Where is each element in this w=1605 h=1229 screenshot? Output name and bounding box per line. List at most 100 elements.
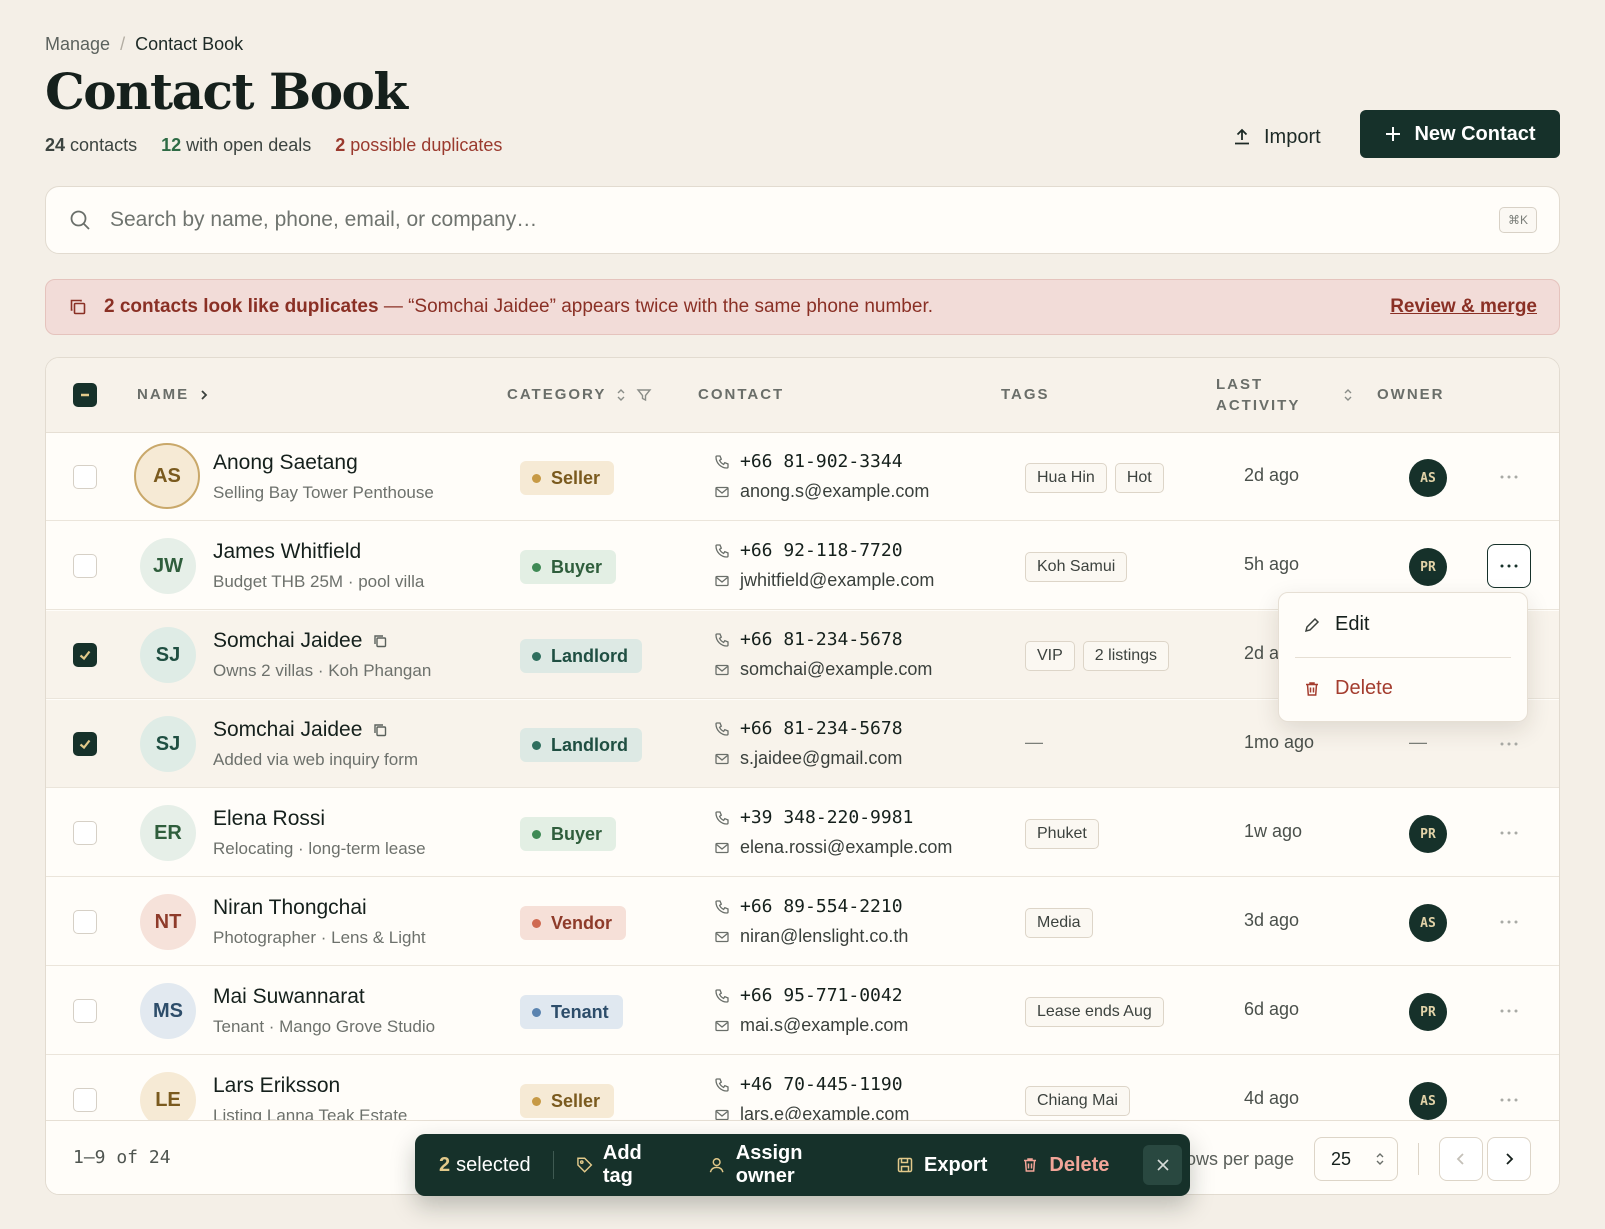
contact-phone[interactable]: +46 70-445-1190 [714,1074,903,1095]
contact-email[interactable]: s.jaidee@gmail.com [714,748,902,769]
row-checkbox[interactable] [73,821,97,845]
contact-name[interactable]: Mai Suwannarat [213,985,365,1009]
row-checkbox[interactable] [73,465,97,489]
column-category[interactable]: CATEGORY [507,386,652,403]
tag-chip[interactable]: Hua Hin [1025,463,1107,493]
rows-per-page-select[interactable]: 25 [1314,1137,1398,1181]
search-input[interactable]: Search by name, phone, email, or company… [110,208,1481,232]
contact-phone[interactable]: +66 95-771-0042 [714,985,903,1006]
tag-chip[interactable]: Lease ends Aug [1025,997,1164,1027]
selected-count: 2 selected [439,1153,531,1176]
contact-phone[interactable]: +66 81-902-3344 [714,451,903,472]
category-badge: Landlord [520,728,642,762]
contact-name[interactable]: James Whitfield [213,540,361,564]
import-button[interactable]: Import [1220,114,1333,160]
contact-email[interactable]: elena.rossi@example.com [714,837,952,858]
row-more-button[interactable] [1487,900,1531,944]
add-tag-button[interactable]: Add tag [576,1142,675,1188]
stat-duplicates[interactable]: 2 possible duplicates [335,135,502,156]
more-horizontal-icon [1500,1009,1518,1013]
assign-owner-button[interactable]: Assign owner [708,1142,862,1188]
table-row[interactable]: NT Niran Thongchai Photographer · Lens &… [46,878,1559,966]
contact-email[interactable]: jwhitfield@example.com [714,570,934,591]
breadcrumb-current: Contact Book [135,34,244,54]
row-more-button[interactable] [1487,455,1531,499]
tag-chip[interactable]: Hot [1114,463,1164,493]
owner-avatar[interactable]: PR [1409,548,1447,586]
owner-avatar[interactable]: PR [1409,815,1447,853]
contact-email[interactable]: somchai@example.com [714,659,932,680]
table-row[interactable]: MS Mai Suwannarat Tenant · Mango Grove S… [46,967,1559,1055]
menu-delete[interactable]: Delete [1303,677,1393,700]
tag-chip[interactable]: 2 listings [1082,641,1170,671]
row-checkbox[interactable] [73,732,97,756]
owner-avatar[interactable]: AS [1409,459,1447,497]
contact-name[interactable]: Somchai Jaidee [213,629,388,653]
owner-avatar[interactable]: AS [1409,904,1447,942]
contact-phone[interactable]: +66 92-118-7720 [714,540,903,561]
tag-chip[interactable]: Phuket [1025,819,1099,849]
bulk-delete-button[interactable]: Delete [1021,1154,1109,1177]
contact-email[interactable]: anong.s@example.com [714,481,929,502]
new-contact-button[interactable]: New Contact [1360,110,1560,158]
row-more-button[interactable] [1487,1078,1531,1122]
contact-name[interactable]: Lars Eriksson [213,1074,340,1098]
category-dot [532,562,541,572]
tag-list: Lease ends Aug [1025,997,1164,1027]
contact-subtitle: Selling Bay Tower Penthouse [213,483,434,502]
row-more-button[interactable] [1487,989,1531,1033]
sort-icon[interactable] [1343,387,1353,403]
breadcrumb-parent[interactable]: Manage [45,34,110,55]
minus-icon [81,393,89,397]
mail-icon [715,575,729,586]
column-name[interactable]: NAME [137,386,209,403]
filter-icon[interactable] [636,387,652,403]
category-badge: Seller [520,461,615,495]
contact-phone[interactable]: +39 348-220-9981 [714,807,913,828]
tag-chip[interactable]: Koh Samui [1025,552,1128,582]
row-checkbox[interactable] [73,1088,97,1112]
review-merge-link[interactable]: Review & merge [1390,296,1537,318]
row-checkbox[interactable] [73,554,97,578]
owner-avatar[interactable]: PR [1409,993,1447,1031]
phone-icon [715,543,729,558]
search-bar[interactable]: Search by name, phone, email, or company… [45,186,1560,254]
tag-chip[interactable]: Chiang Mai [1025,1086,1130,1116]
email-address: s.jaidee@gmail.com [740,748,903,768]
row-checkbox[interactable] [73,643,97,667]
contact-name[interactable]: Elena Rossi [213,807,325,831]
assign-owner-label: Assign owner [735,1142,803,1187]
clear-selection-button[interactable] [1143,1145,1183,1185]
more-horizontal-icon [1500,564,1518,568]
row-more-button[interactable] [1487,544,1531,588]
row-more-button[interactable] [1487,811,1531,855]
contact-name[interactable]: Anong Saetang [213,451,358,475]
contact-name[interactable]: Somchai Jaidee [213,718,388,742]
column-last-activity[interactable]: LAST ACTIVITY [1216,376,1300,414]
contact-phone[interactable]: +66 81-234-5678 [714,718,903,739]
owner-avatar[interactable]: AS [1409,1082,1447,1120]
contact-email[interactable]: niran@lenslight.co.th [714,926,908,947]
contact-phone[interactable]: +66 89-554-2210 [714,896,903,917]
table-row[interactable]: ER Elena Rossi Relocating · long-term le… [46,789,1559,877]
contact-name[interactable]: Niran Thongchai [213,896,367,920]
tag-chip[interactable]: Media [1025,908,1093,938]
tag-chip[interactable]: VIP [1025,641,1075,671]
sort-icon[interactable] [616,387,626,403]
export-button[interactable]: Export [896,1154,987,1177]
row-checkbox[interactable] [73,999,97,1023]
prev-page-button[interactable] [1439,1137,1483,1181]
select-all-checkbox[interactable] [73,383,97,407]
row-checkbox[interactable] [73,910,97,934]
menu-edit[interactable]: Edit [1303,613,1369,636]
next-page-button[interactable] [1487,1137,1531,1181]
column-contact-label: CONTACT [698,386,785,403]
row-more-button[interactable] [1487,722,1531,766]
alert-text: — “Somchai Jaidee” appears twice with th… [378,296,933,317]
contact-email[interactable]: mai.s@example.com [714,1015,908,1036]
table-row[interactable]: AS Anong Saetang Selling Bay Tower Penth… [46,433,1559,521]
email-address: mai.s@example.com [740,1015,909,1035]
contact-phone[interactable]: +66 81-234-5678 [714,629,903,650]
phone-number: +66 81-902-3344 [740,451,903,472]
plus-icon [1386,127,1401,141]
